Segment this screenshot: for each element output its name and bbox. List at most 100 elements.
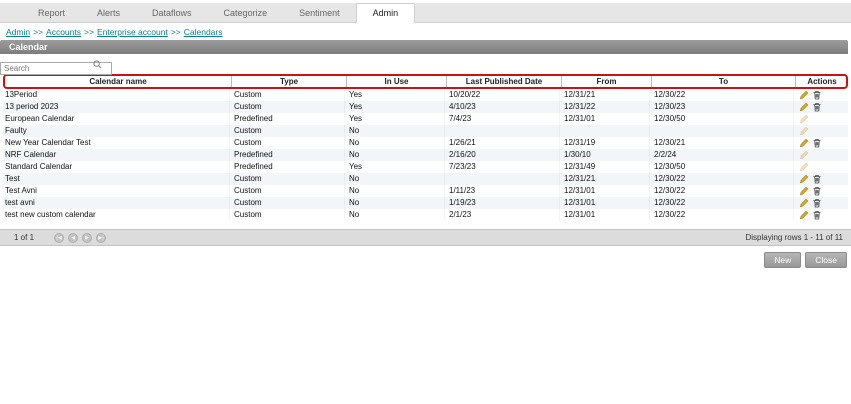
cell-in-use: Yes — [344, 89, 444, 101]
column-header-last-published-date[interactable]: Last Published Date — [446, 76, 561, 87]
column-header-actions[interactable]: Actions — [795, 76, 848, 87]
cell-from — [559, 125, 649, 137]
column-header-from[interactable]: From — [561, 76, 651, 87]
cell-type: Predefined — [229, 161, 344, 173]
cell-actions — [793, 173, 846, 185]
tab-dataflows[interactable]: Dataflows — [136, 4, 208, 22]
search-box — [0, 58, 112, 75]
cell-to: 12/30/22 — [649, 173, 793, 185]
table-row: European Calendar Predefined Yes 7/4/23 12/3… — [3, 113, 848, 125]
tab-categorize[interactable]: Categorize — [208, 4, 284, 22]
cell-last-published — [444, 125, 559, 137]
pager-buttons: |◀ ◀ ▶ ▶| — [52, 232, 108, 243]
cell-from: 12/31/01 — [559, 113, 649, 125]
breadcrumb-link-accounts[interactable]: Accounts — [46, 27, 81, 37]
cell-name: 13 period 2023 — [5, 102, 59, 111]
cell-name: 13Period — [5, 90, 38, 99]
cell-type: Custom — [229, 101, 344, 113]
pencil-icon[interactable] — [798, 198, 809, 209]
tab-admin[interactable]: Admin — [355, 3, 416, 23]
tab-alerts[interactable]: Alerts — [81, 4, 136, 22]
table-row: Standard Calendar Predefined Yes 7/23/23 12/… — [3, 161, 848, 173]
breadcrumb-link-calendars[interactable]: Calendars — [184, 27, 223, 37]
pagination-bar: 1 of 1 |◀ ◀ ▶ ▶| Displaying rows 1 - 11 of … — [0, 229, 851, 246]
cell-to: 12/30/22 — [649, 197, 793, 209]
cell-in-use: Yes — [344, 113, 444, 125]
breadcrumb-link-enterprise-account[interactable]: Enterprise account — [97, 27, 168, 37]
cell-to — [649, 125, 793, 137]
app: Report Alerts Dataflows Categorize Sentiment… — [0, 3, 851, 268]
breadcrumb-separator: >> — [33, 27, 44, 37]
cell-actions — [793, 209, 846, 221]
cell-type: Custom — [229, 125, 344, 137]
pager-last-button[interactable]: ▶| — [96, 233, 107, 243]
trash-icon[interactable] — [811, 138, 822, 149]
displaying-rows-label: Displaying rows 1 - 11 of 11 — [745, 233, 843, 242]
table-row: test new custom calendar Custom No 2/1/23 12… — [3, 209, 848, 221]
cell-in-use: No — [344, 125, 444, 137]
pencil-icon — [798, 150, 809, 161]
page-count-label: 1 of 1 — [14, 233, 35, 242]
column-header-to[interactable]: To — [651, 76, 795, 87]
cell-last-published: 7/4/23 — [444, 113, 559, 125]
pencil-icon[interactable] — [798, 102, 809, 113]
pager-next-button[interactable]: ▶ — [82, 233, 93, 243]
tab-sentiment[interactable]: Sentiment — [283, 4, 356, 22]
cell-in-use: No — [344, 197, 444, 209]
tab-report[interactable]: Report — [22, 4, 81, 22]
column-header-in-use[interactable]: In Use — [346, 76, 446, 87]
trash-icon[interactable] — [811, 102, 822, 113]
cell-name: European Calendar — [5, 114, 75, 123]
cell-type: Predefined — [229, 149, 344, 161]
footer-buttons: New Close — [0, 246, 851, 268]
cell-from: 12/31/01 — [559, 185, 649, 197]
column-header-calendar-name[interactable]: Calendar name — [5, 76, 231, 87]
cell-name: Test — [5, 174, 20, 183]
new-button[interactable]: New — [764, 252, 802, 268]
cell-actions — [793, 197, 846, 209]
trash-icon[interactable] — [811, 198, 822, 209]
breadcrumb-separator: >> — [84, 27, 94, 37]
table-row: NRF Calendar Predefined No 2/16/20 1/30/10 2/… — [3, 149, 848, 161]
breadcrumb-link-admin[interactable]: Admin — [6, 27, 30, 37]
page-title-bar: Calendar — [0, 40, 848, 54]
cell-in-use: No — [344, 149, 444, 161]
trash-icon[interactable] — [811, 90, 822, 101]
cell-from: 12/31/01 — [559, 197, 649, 209]
pager-first-button[interactable]: |◀ — [54, 233, 65, 243]
cell-name: test new custom calendar — [5, 210, 96, 219]
table-row: 13 period 2023 Custom Yes 4/10/23 12/31/22 12… — [3, 101, 848, 113]
cell-actions — [793, 137, 846, 149]
pencil-icon[interactable] — [798, 174, 809, 185]
table-row: Test Custom No 12/31/21 12/30/22 — [3, 173, 848, 185]
close-button[interactable]: Close — [805, 252, 847, 268]
pager-prev-button[interactable]: ◀ — [68, 233, 79, 243]
cell-last-published: 2/16/20 — [444, 149, 559, 161]
table-header-row: Calendar name Type In Use Last Published Da… — [3, 74, 848, 89]
pencil-icon[interactable] — [798, 90, 809, 101]
pencil-icon[interactable] — [798, 186, 809, 197]
cell-actions — [793, 149, 846, 161]
cell-to: 12/30/21 — [649, 137, 793, 149]
cell-actions — [793, 101, 846, 113]
pencil-icon — [798, 162, 809, 173]
cell-last-published: 7/23/23 — [444, 161, 559, 173]
table-row: 13Period Custom Yes 10/20/22 12/31/21 12/30/2… — [3, 89, 848, 101]
trash-icon[interactable] — [811, 186, 822, 197]
search-row — [0, 54, 851, 75]
trash-icon[interactable] — [811, 210, 822, 221]
cell-in-use: No — [344, 173, 444, 185]
column-header-type[interactable]: Type — [231, 76, 346, 87]
calendar-table: Calendar name Type In Use Last Published Da… — [3, 74, 848, 221]
pencil-icon[interactable] — [798, 210, 809, 221]
cell-type: Predefined — [229, 113, 344, 125]
pencil-icon[interactable] — [798, 138, 809, 149]
cell-actions — [793, 89, 846, 101]
cell-last-published — [444, 173, 559, 185]
cell-name: Test Avni — [5, 186, 37, 195]
trash-icon[interactable] — [811, 174, 822, 185]
table-row: New Year Calendar Test Custom No 1/26/21 12/… — [3, 137, 848, 149]
cell-last-published: 1/26/21 — [444, 137, 559, 149]
cell-in-use: Yes — [344, 101, 444, 113]
cell-from: 12/31/21 — [559, 173, 649, 185]
